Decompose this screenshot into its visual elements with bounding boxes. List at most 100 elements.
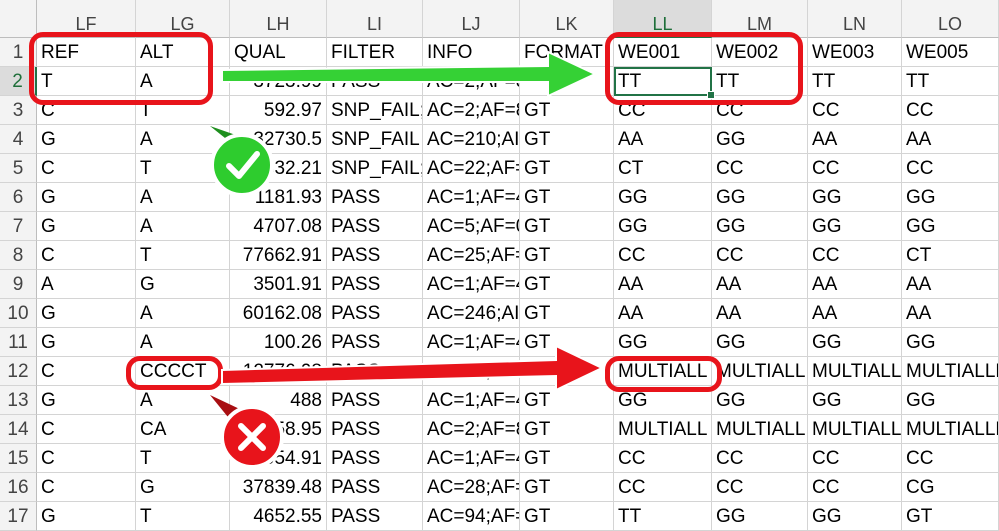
cell-lj16[interactable]: AC=28;AF= <box>423 473 520 502</box>
cell-lm15[interactable]: CC <box>712 444 808 473</box>
cell-lo13[interactable]: GG <box>902 386 999 415</box>
cell-lh15[interactable]: 2054.91 <box>230 444 327 473</box>
cell-lo3[interactable]: CC <box>902 96 999 125</box>
cell-lo12[interactable]: MULTIALLE <box>902 357 999 386</box>
cell-lj8[interactable]: AC=25;AF= <box>423 241 520 270</box>
column-header-li[interactable]: LI <box>327 0 423 38</box>
cell-lk1[interactable]: FORMAT <box>520 38 614 67</box>
cell-li9[interactable]: PASS <box>327 270 423 299</box>
cell-ln6[interactable]: GG <box>808 183 902 212</box>
cell-lh17[interactable]: 4652.55 <box>230 502 327 531</box>
row-header-8[interactable]: 8 <box>0 241 37 270</box>
cell-lf11[interactable]: G <box>37 328 136 357</box>
cell-lk5[interactable]: GT <box>520 154 614 183</box>
cell-li1[interactable]: FILTER <box>327 38 423 67</box>
cell-lo15[interactable]: CC <box>902 444 999 473</box>
cell-lo8[interactable]: CT <box>902 241 999 270</box>
cell-lk8[interactable]: GT <box>520 241 614 270</box>
cell-lh3[interactable]: 592.97 <box>230 96 327 125</box>
cell-ln17[interactable]: GG <box>808 502 902 531</box>
cell-lh4[interactable]: 32730.5 <box>230 125 327 154</box>
cell-li11[interactable]: PASS <box>327 328 423 357</box>
cell-lh6[interactable]: 1181.93 <box>230 183 327 212</box>
cell-ln15[interactable]: CC <box>808 444 902 473</box>
cell-li17[interactable]: PASS <box>327 502 423 531</box>
cell-lk15[interactable]: GT <box>520 444 614 473</box>
cell-lj6[interactable]: AC=1;AF=4 <box>423 183 520 212</box>
cell-li13[interactable]: PASS <box>327 386 423 415</box>
cell-lo10[interactable]: AA <box>902 299 999 328</box>
cell-li2[interactable]: PASS <box>327 67 423 96</box>
cell-lo14[interactable]: MULTIALLE <box>902 415 999 444</box>
row-header-3[interactable]: 3 <box>0 96 37 125</box>
cell-lh5[interactable]: 332.21 <box>230 154 327 183</box>
column-header-lj[interactable]: LJ <box>423 0 520 38</box>
cell-lo4[interactable]: AA <box>902 125 999 154</box>
cell-li10[interactable]: PASS <box>327 299 423 328</box>
cell-lm7[interactable]: GG <box>712 212 808 241</box>
cell-lj11[interactable]: AC=1;AF=4 <box>423 328 520 357</box>
cell-lo17[interactable]: GT <box>902 502 999 531</box>
cell-lh11[interactable]: 100.26 <box>230 328 327 357</box>
spreadsheet-grid[interactable]: LF LG LH LI LJ LK LL LM LN LO 1 REF ALT QUAL FILTER INF… <box>0 0 999 531</box>
cell-li16[interactable]: PASS <box>327 473 423 502</box>
row-header-14[interactable]: 14 <box>0 415 37 444</box>
cell-lk3[interactable]: GT <box>520 96 614 125</box>
cell-lf14[interactable]: C <box>37 415 136 444</box>
cell-ln12[interactable]: MULTIALL <box>808 357 902 386</box>
cell-lg16[interactable]: G <box>136 473 230 502</box>
cell-lf16[interactable]: C <box>37 473 136 502</box>
cell-lj12[interactable]: AC=12;AF= <box>423 357 520 386</box>
cell-ln8[interactable]: CC <box>808 241 902 270</box>
cell-lk2[interactable] <box>520 67 614 96</box>
cell-ll6[interactable]: GG <box>614 183 712 212</box>
cell-lo16[interactable]: CG <box>902 473 999 502</box>
cell-lm12[interactable]: MULTIALL <box>712 357 808 386</box>
cell-lg15[interactable]: T <box>136 444 230 473</box>
cell-lh13[interactable]: 488 <box>230 386 327 415</box>
cell-lh7[interactable]: 4707.08 <box>230 212 327 241</box>
cell-lk6[interactable]: GT <box>520 183 614 212</box>
cell-lf15[interactable]: C <box>37 444 136 473</box>
row-header-17[interactable]: 17 <box>0 502 37 531</box>
cell-lf12[interactable]: C <box>37 357 136 386</box>
cell-lf13[interactable]: G <box>37 386 136 415</box>
cell-li15[interactable]: PASS <box>327 444 423 473</box>
cell-ll14[interactable]: MULTIALL <box>614 415 712 444</box>
cell-lm4[interactable]: GG <box>712 125 808 154</box>
cell-lg6[interactable]: A <box>136 183 230 212</box>
cell-lj15[interactable]: AC=1;AF=4 <box>423 444 520 473</box>
column-header-lk[interactable]: LK <box>520 0 614 38</box>
cell-lm8[interactable]: CC <box>712 241 808 270</box>
row-header-16[interactable]: 16 <box>0 473 37 502</box>
cell-lk13[interactable]: GT <box>520 386 614 415</box>
cell-lg7[interactable]: A <box>136 212 230 241</box>
cell-ll15[interactable]: CC <box>614 444 712 473</box>
cell-lk12[interactable]: GT <box>520 357 614 386</box>
row-header-7[interactable]: 7 <box>0 212 37 241</box>
column-header-lh[interactable]: LH <box>230 0 327 38</box>
cell-lf10[interactable]: G <box>37 299 136 328</box>
cell-ln1[interactable]: WE003 <box>808 38 902 67</box>
cell-lm10[interactable]: AA <box>712 299 808 328</box>
cell-lo11[interactable]: GG <box>902 328 999 357</box>
cell-lh14[interactable]: 2258.95 <box>230 415 327 444</box>
row-header-9[interactable]: 9 <box>0 270 37 299</box>
cell-li5[interactable]: SNP_FAIL; <box>327 154 423 183</box>
cell-ll9[interactable]: AA <box>614 270 712 299</box>
cell-lj3[interactable]: AC=2;AF=8 <box>423 96 520 125</box>
cell-li7[interactable]: PASS <box>327 212 423 241</box>
cell-ll4[interactable]: AA <box>614 125 712 154</box>
cell-lj7[interactable]: AC=5;AF=0 <box>423 212 520 241</box>
select-all-corner[interactable] <box>0 0 37 38</box>
cell-ln5[interactable]: CC <box>808 154 902 183</box>
cell-ln9[interactable]: AA <box>808 270 902 299</box>
cell-lf7[interactable]: G <box>37 212 136 241</box>
cell-ln4[interactable]: AA <box>808 125 902 154</box>
cell-lh9[interactable]: 3501.91 <box>230 270 327 299</box>
cell-ll11[interactable]: GG <box>614 328 712 357</box>
cell-lj2[interactable]: AC=2;AF=8 <box>423 67 520 96</box>
cell-ln7[interactable]: GG <box>808 212 902 241</box>
cell-ll17[interactable]: TT <box>614 502 712 531</box>
row-header-5[interactable]: 5 <box>0 154 37 183</box>
